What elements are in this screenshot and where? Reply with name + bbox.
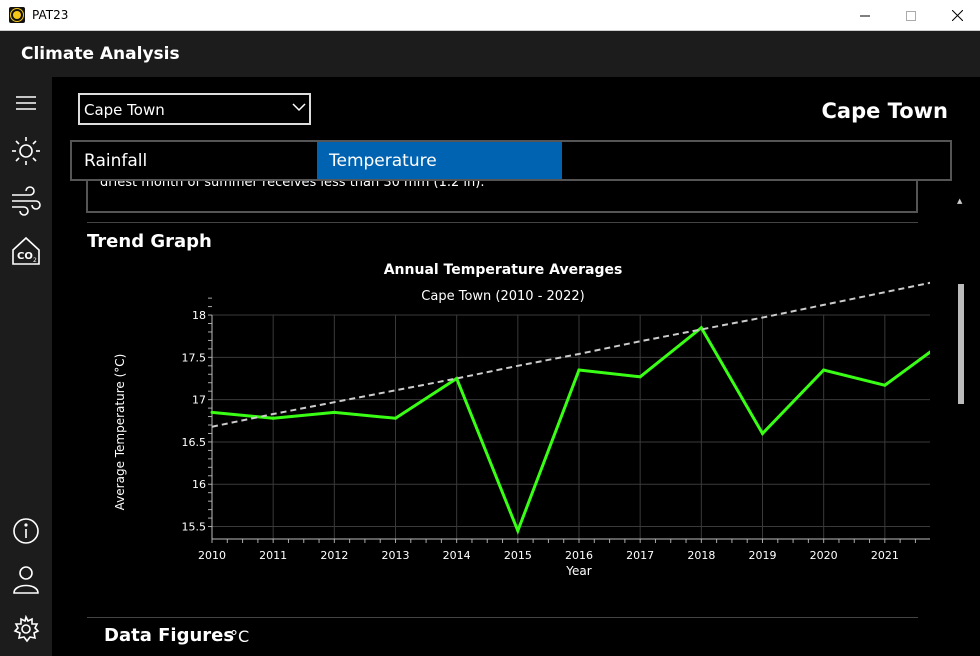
nav-item-wind[interactable] — [6, 183, 46, 219]
nav-item-sun[interactable] — [6, 133, 46, 169]
y-tick-label: 15.5 — [182, 521, 207, 534]
data-point — [822, 368, 826, 372]
data-point — [761, 431, 764, 435]
hamburger-menu-icon — [16, 96, 36, 110]
minimize-button[interactable] — [842, 0, 888, 31]
x-tick-label: 2011 — [259, 549, 287, 562]
x-tick-label: 2012 — [320, 549, 348, 562]
menu-button[interactable] — [6, 85, 46, 121]
x-tick-label: 2018 — [687, 549, 715, 562]
x-axis-label: Year — [565, 564, 591, 578]
svg-text:2: 2 — [33, 257, 37, 264]
data-point — [699, 326, 703, 330]
y-tick-label: 17 — [192, 394, 206, 407]
temperature-line — [211, 325, 930, 535]
user-icon — [13, 566, 39, 594]
tab-rainfall-label: Rainfall — [84, 150, 148, 171]
tab-rainfall[interactable]: Rainfall — [72, 142, 317, 179]
temperature-trend-chart: Annual Temperature Averages Cape Town (2… — [113, 262, 930, 578]
data-point — [394, 416, 397, 420]
scroll-up-arrow-icon[interactable]: ▲ — [957, 197, 962, 205]
data-point — [883, 383, 887, 387]
page-title: Climate Analysis — [21, 44, 180, 64]
trend-graph-heading: Trend Graph — [87, 231, 212, 252]
y-tick-label: 16.5 — [182, 436, 207, 449]
close-icon — [951, 10, 963, 21]
chevron-down-icon — [292, 103, 306, 112]
vertical-scrollbar[interactable]: ▲ — [954, 195, 968, 656]
tab-temperature[interactable]: Temperature — [317, 142, 562, 179]
chart-series — [210, 281, 930, 535]
nav-item-info[interactable] — [6, 513, 46, 549]
app-header: Climate Analysis — [0, 31, 980, 77]
x-tick-label: 2017 — [626, 549, 654, 562]
nav-item-co2[interactable]: CO 2 — [6, 233, 46, 269]
climate-description: driest month of summer receives less tha… — [86, 181, 918, 213]
svg-text:CO: CO — [17, 251, 33, 262]
climate-description-text: driest month of summer receives less tha… — [100, 181, 485, 190]
chart-grid — [211, 314, 930, 539]
info-icon — [13, 518, 39, 544]
y-tick-label: 16 — [192, 478, 206, 491]
nav-item-settings[interactable] — [6, 611, 46, 647]
app-window: PAT23 Climate Analysis CO 2 Cape Town Ca… — [0, 0, 980, 656]
maximize-icon — [906, 10, 916, 21]
x-tick-label: 2020 — [810, 549, 838, 562]
data-figures-heading: Data Figures — [104, 625, 235, 646]
data-point — [516, 529, 520, 533]
title-bar: PAT23 — [0, 0, 980, 31]
data-point — [332, 410, 336, 414]
city-dropdown-value: Cape Town — [84, 101, 165, 119]
x-tick-label: 2021 — [871, 549, 899, 562]
minimize-icon — [860, 15, 870, 16]
tab-temperature-label: Temperature — [329, 150, 437, 171]
y-axis-label: Average Temperature (°C) — [113, 354, 127, 511]
main-content: Cape Town Cape Town Rainfall Temperature… — [52, 77, 980, 656]
close-button[interactable] — [934, 0, 980, 31]
data-figures-unit: °C — [230, 627, 250, 646]
app-logo-icon — [9, 7, 25, 23]
data-point — [210, 410, 214, 414]
scrollbar-thumb[interactable] — [958, 284, 964, 404]
city-heading: Cape Town — [821, 99, 948, 123]
wind-icon — [12, 186, 41, 216]
chart-title: Annual Temperature Averages — [384, 262, 623, 278]
navigation-rail: CO 2 — [0, 77, 52, 656]
sun-icon — [12, 137, 40, 165]
data-point — [271, 416, 275, 420]
city-dropdown[interactable]: Cape Town — [78, 93, 311, 125]
x-tick-label: 2013 — [382, 549, 410, 562]
divider — [87, 222, 918, 223]
x-tick-label: 2010 — [198, 549, 226, 562]
data-type-tabs: Rainfall Temperature — [70, 140, 952, 181]
data-point — [577, 368, 581, 372]
window-title: PAT23 — [32, 8, 69, 22]
divider — [87, 617, 918, 618]
x-tick-label: 2016 — [565, 549, 593, 562]
y-tick-label: 17.5 — [182, 351, 207, 364]
x-tick-label: 2015 — [504, 549, 532, 562]
nav-item-account[interactable] — [6, 561, 46, 597]
x-tick-label: 2019 — [749, 549, 777, 562]
data-point — [638, 375, 642, 379]
maximize-button[interactable] — [888, 0, 934, 31]
settings-icon — [13, 615, 40, 643]
chart-subtitle: Cape Town (2010 - 2022) — [421, 289, 584, 304]
x-tick-label: 2014 — [443, 549, 471, 562]
y-tick-label: 18 — [192, 309, 206, 322]
data-point — [455, 376, 459, 380]
co2-icon: CO 2 — [12, 236, 40, 265]
